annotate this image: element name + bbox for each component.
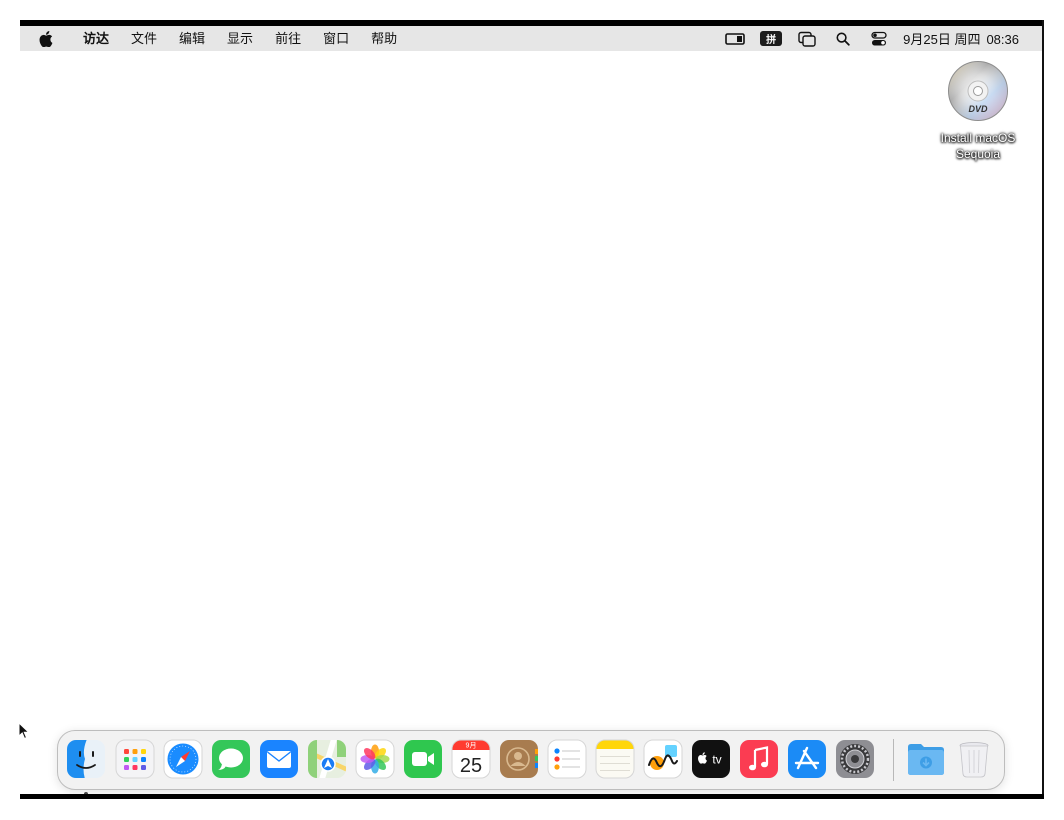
- notes-icon[interactable]: [595, 739, 635, 779]
- spotlight-search-icon[interactable]: [825, 26, 861, 51]
- mouse-pointer-icon: [18, 722, 30, 740]
- launchpad-icon[interactable]: [115, 739, 155, 779]
- facetime-icon[interactable]: [403, 739, 443, 779]
- menu-go[interactable]: 前往: [264, 26, 312, 51]
- desktop-icon-label: Install macOS Sequoia: [941, 130, 1016, 162]
- apple-tv-label: tv: [712, 753, 721, 767]
- screen-mirroring-icon[interactable]: [717, 26, 753, 51]
- screen-frame-bottom: [20, 794, 1044, 799]
- desktop-icon-label-line2: Sequoia: [955, 147, 1001, 161]
- dock-separator: [893, 739, 894, 781]
- input-method-label: 拼: [760, 31, 783, 46]
- apple-menu-icon[interactable]: [20, 30, 72, 47]
- status-area: 拼 9月25日 周四 08:36: [717, 26, 1042, 51]
- menu-edit[interactable]: 编辑: [168, 26, 216, 51]
- safari-icon[interactable]: [163, 739, 203, 779]
- dock: 9月 25 tv: [57, 730, 1005, 794]
- maps-icon[interactable]: [307, 739, 347, 779]
- menu-file[interactable]: 文件: [120, 26, 168, 51]
- freeform-icon[interactable]: [643, 739, 683, 779]
- finder-icon[interactable]: [66, 739, 106, 794]
- desktop-icon-install-macos[interactable]: DVD Install macOS Sequoia: [928, 60, 1028, 162]
- menu-bar: 访达 文件 编辑 显示 前往 窗口 帮助 拼 9月25日 周四 08:36: [20, 26, 1042, 51]
- menu-view[interactable]: 显示: [216, 26, 264, 51]
- trash-icon[interactable]: [954, 739, 994, 779]
- system-settings-icon[interactable]: [835, 739, 875, 779]
- menubar-date: 9月25日 周四: [903, 32, 981, 47]
- desktop-icon-label-line1: Install macOS: [940, 131, 1016, 145]
- dvd-disc-icon: DVD: [948, 61, 1008, 121]
- mail-icon[interactable]: [259, 739, 299, 779]
- dvd-logo-text: DVD: [968, 104, 988, 114]
- calendar-month: 9月: [466, 742, 477, 750]
- contacts-icon[interactable]: [499, 739, 539, 779]
- reminders-icon[interactable]: [547, 739, 587, 779]
- photos-icon[interactable]: [355, 739, 395, 779]
- menu-finder[interactable]: 访达: [72, 26, 120, 51]
- menu-window[interactable]: 窗口: [312, 26, 360, 51]
- desktop: 访达 文件 编辑 显示 前往 窗口 帮助 拼 9月25日 周四 08:36 DV…: [20, 26, 1042, 794]
- messages-icon[interactable]: [211, 739, 251, 779]
- app-store-icon[interactable]: [787, 739, 827, 779]
- stage-manager-icon[interactable]: [789, 26, 825, 51]
- downloads-folder-icon[interactable]: [906, 739, 946, 779]
- calendar-icon[interactable]: 9月 25: [451, 739, 491, 779]
- input-method-icon[interactable]: 拼: [753, 26, 789, 51]
- calendar-day: 25: [460, 755, 482, 777]
- apple-tv-icon[interactable]: tv: [691, 739, 731, 779]
- menubar-clock[interactable]: 9月25日 周四 08:36: [897, 29, 1042, 48]
- control-center-icon[interactable]: [861, 26, 897, 51]
- menubar-time: 08:36: [986, 32, 1019, 47]
- screen-frame-right: [1042, 20, 1044, 799]
- menu-help[interactable]: 帮助: [360, 26, 408, 51]
- music-icon[interactable]: [739, 739, 779, 779]
